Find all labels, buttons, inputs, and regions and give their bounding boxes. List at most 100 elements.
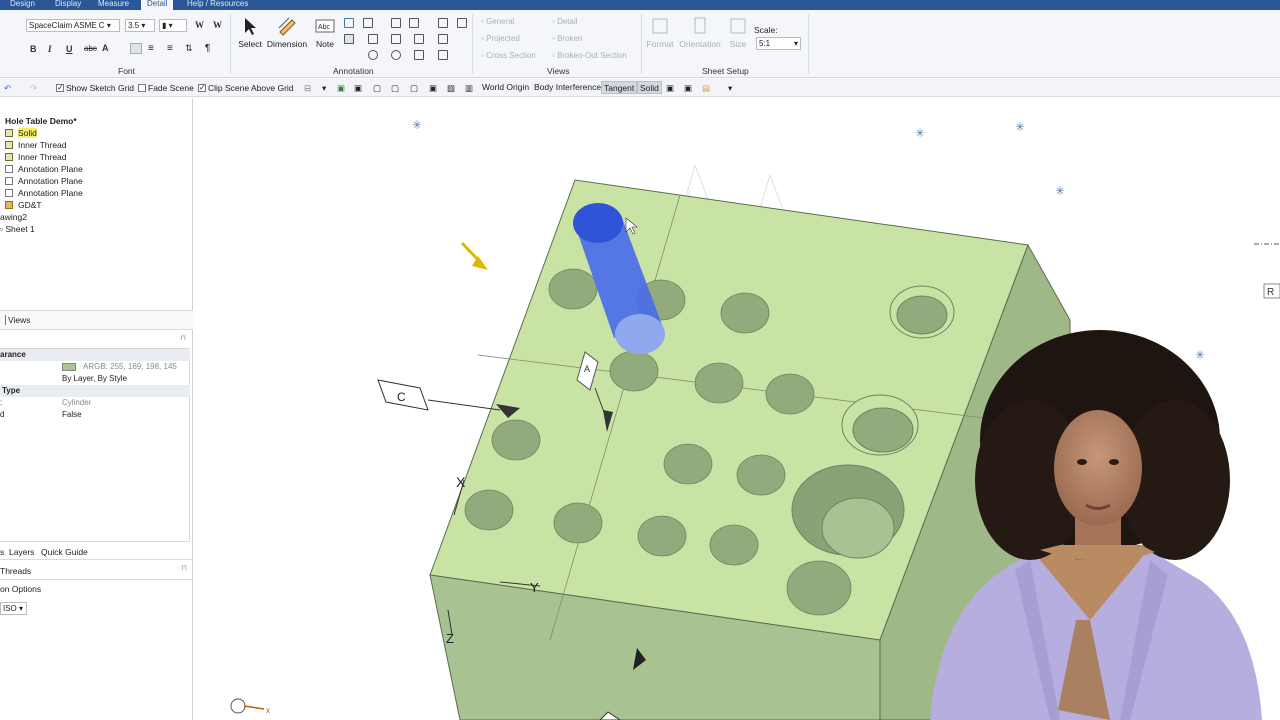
shaded-icon[interactable]: ▣: [354, 82, 362, 94]
shaded-edges-icon[interactable]: ▢: [410, 82, 418, 94]
view-general-button[interactable]: ▫ General: [481, 17, 515, 26]
undo-icon[interactable]: ↶: [4, 82, 11, 94]
font-w2-button[interactable]: W: [213, 20, 222, 30]
world-origin-button[interactable]: World Origin: [480, 81, 531, 94]
tree-root[interactable]: Hole Table Demo*: [5, 116, 77, 126]
wireframe-icon[interactable]: ▢: [373, 82, 381, 94]
solid-button[interactable]: Solid: [637, 81, 662, 94]
tree-item-annotation-plane[interactable]: Annotation Plane: [5, 164, 83, 174]
select-button[interactable]: Select: [237, 16, 263, 49]
view-cross-section-button[interactable]: ▫ Cross Section: [481, 51, 536, 60]
tab-display[interactable]: Display: [55, 0, 81, 10]
render-icon[interactable]: ▣: [666, 82, 674, 94]
edges-icon[interactable]: ▣: [684, 82, 692, 94]
surface-finish-icon[interactable]: [391, 18, 401, 28]
barcode-icon[interactable]: [438, 50, 448, 60]
3d-viewport[interactable]: C A X Y Z x R ✳ ✳ ✳ ✳ ✳: [194, 98, 1280, 720]
align-right-icon[interactable]: ≡: [167, 43, 173, 54]
tree-item-gdt[interactable]: GD&T: [5, 200, 42, 210]
orientation-button[interactable]: Orientation: [678, 16, 722, 49]
leader-icon[interactable]: [344, 18, 354, 28]
tab-measure[interactable]: Measure: [98, 0, 129, 10]
model-canvas[interactable]: C A X Y Z x R: [194, 98, 1280, 720]
color-mode-row[interactable]: By Layer, By Style: [0, 373, 190, 385]
italic-button[interactable]: I: [48, 44, 52, 54]
hole-table-icon[interactable]: [457, 18, 467, 28]
standard-select[interactable]: ISO ▾: [0, 602, 27, 615]
check-mark-icon[interactable]: [414, 50, 424, 60]
redo-icon[interactable]: ↷: [30, 82, 37, 94]
fade-scene-checkbox[interactable]: [138, 84, 146, 92]
balloon-icon[interactable]: [438, 34, 448, 44]
solid-body-icon[interactable]: ▥: [465, 82, 473, 94]
tab-design[interactable]: Design: [10, 0, 35, 10]
table-icon[interactable]: [409, 18, 419, 28]
lock-icon[interactable]: ⊟: [304, 82, 311, 94]
body-interference-button[interactable]: Body Interference: [532, 81, 603, 94]
cube-icon[interactable]: ▣: [429, 82, 437, 94]
tree-item-solid[interactable]: Solid: [5, 128, 37, 138]
tree-item-annotation-plane[interactable]: Annotation Plane: [5, 188, 83, 198]
separator: [472, 14, 473, 74]
strikethrough-button[interactable]: abc: [84, 44, 97, 53]
view-detail-button[interactable]: ▫ Detail: [552, 17, 578, 26]
tree-item-drawing[interactable]: awing2: [0, 212, 27, 222]
flag-row[interactable]: d False: [0, 409, 190, 421]
font-family-select[interactable]: SpaceClaim ASME C ▾: [26, 19, 120, 32]
view-projected-button[interactable]: ▫ Projected: [481, 34, 520, 43]
gear-icon[interactable]: [391, 50, 401, 60]
folder-icon[interactable]: ▤: [702, 82, 710, 94]
tree-item-inner-thread[interactable]: Inner Thread: [5, 140, 67, 150]
underline-button[interactable]: U: [66, 44, 73, 54]
show-sketch-grid-toggle[interactable]: Show Sketch Grid: [56, 82, 134, 94]
tab-help-resources[interactable]: Help / Resources: [187, 0, 248, 10]
hidden-line-icon[interactable]: ▢: [391, 82, 399, 94]
datum-symbol-icon[interactable]: [363, 18, 373, 28]
tab-detail[interactable]: Detail: [141, 0, 174, 10]
tab-layers[interactable]: Layers: [9, 547, 35, 557]
section-icon[interactable]: ▧: [447, 82, 455, 94]
separator: [641, 14, 642, 74]
format-button[interactable]: Format: [646, 16, 674, 49]
align-left-icon[interactable]: [130, 43, 142, 54]
display-style-icon[interactable]: ▣: [337, 82, 345, 94]
align-center-icon[interactable]: ≡: [148, 43, 154, 54]
bom-icon[interactable]: [414, 34, 424, 44]
tree-item-sheet[interactable]: ▫ Sheet 1: [0, 224, 35, 234]
paragraph-icon[interactable]: ¶: [205, 43, 210, 54]
line-style-select[interactable]: ▮ ▾: [159, 19, 187, 32]
bold-button[interactable]: B: [30, 44, 37, 54]
tab-views[interactable]: Views: [5, 315, 31, 325]
clip-scene-toggle[interactable]: Clip Scene Above Grid: [198, 82, 294, 94]
scale-select[interactable]: 5:1 ▾: [756, 37, 801, 50]
dropdown-arrow-icon[interactable]: ▾: [322, 82, 326, 94]
center-line-icon[interactable]: [368, 34, 378, 44]
color-row[interactable]: ARGB: 255, 169, 198, 145: [0, 361, 190, 373]
show-sketch-grid-checkbox[interactable]: [56, 82, 64, 94]
font-w-button[interactable]: W: [195, 20, 204, 30]
note-button[interactable]: Abc Note: [313, 16, 337, 49]
font-color-button[interactable]: A: [102, 43, 109, 53]
tab-quick-guide[interactable]: Quick Guide: [41, 547, 88, 557]
pin-icon[interactable]: ⊓: [182, 564, 187, 572]
clip-scene-checkbox[interactable]: [198, 82, 206, 94]
tangent-button[interactable]: Tangent: [601, 81, 638, 94]
tab-structure[interactable]: s: [0, 547, 4, 557]
weld-symbol-icon[interactable]: [368, 50, 378, 60]
toolbar-overflow-icon[interactable]: ▾: [728, 82, 732, 94]
tree-item-annotation-plane[interactable]: Annotation Plane: [5, 176, 83, 186]
text-direction-icon[interactable]: ⇅: [185, 43, 193, 54]
grid-table-icon[interactable]: [438, 18, 448, 28]
thread-icon[interactable]: [391, 34, 401, 44]
view-broken-out-section-button[interactable]: ▫ Broken-Out Section: [552, 51, 627, 60]
center-mark-icon[interactable]: [344, 34, 354, 44]
font-size-select[interactable]: 3.5 ▾: [125, 19, 155, 32]
type-row[interactable]: : Cylinder: [0, 397, 190, 409]
view-triad[interactable]: [230, 698, 265, 714]
fade-scene-toggle[interactable]: Fade Scene: [138, 82, 194, 94]
tree-item-inner-thread[interactable]: Inner Thread: [5, 152, 67, 162]
dimension-button[interactable]: Dimension: [266, 16, 308, 49]
view-broken-button[interactable]: ▫ Broken: [552, 34, 582, 43]
size-button[interactable]: Size: [726, 16, 750, 49]
pin-icon[interactable]: ⊓: [181, 334, 186, 342]
